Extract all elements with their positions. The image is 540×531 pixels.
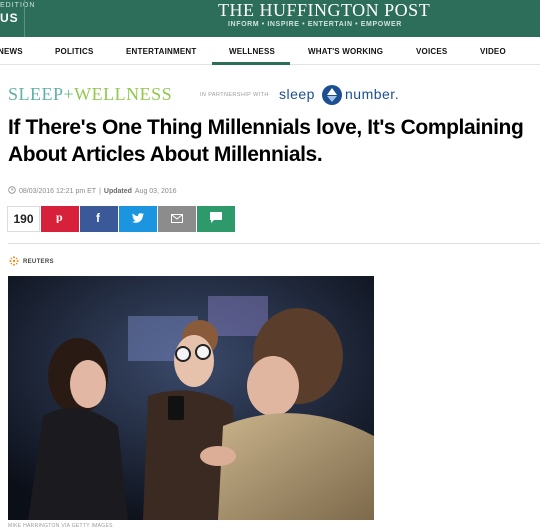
nav-item-video[interactable]: VIDEO bbox=[480, 47, 506, 56]
nav-item-entertainment[interactable]: ENTERTAINMENT bbox=[126, 47, 196, 56]
banner-divider bbox=[24, 0, 25, 37]
article-source[interactable]: REUTERS bbox=[8, 255, 54, 269]
svg-text:p: p bbox=[56, 211, 63, 223]
partnership-label: IN PARTNERSHIP WITH bbox=[200, 92, 269, 98]
section-title[interactable]: SLEEP+WELLNESS bbox=[8, 84, 172, 105]
facebook-share-button[interactable]: f bbox=[80, 206, 118, 232]
article-dateline: 08/03/2016 12:21 pm ET | Updated Aug 03,… bbox=[8, 186, 177, 196]
section-title-wellness: WELLNESS bbox=[74, 84, 173, 104]
article-headline: If There's One Thing Millennials love, I… bbox=[8, 116, 524, 166]
nav-item-whats-working[interactable]: WHAT'S WORKING bbox=[308, 47, 383, 56]
email-share-button[interactable] bbox=[158, 206, 196, 232]
edition-label: EDITION bbox=[0, 2, 36, 9]
share-count: 190 bbox=[7, 206, 40, 232]
partner-logo-sleep[interactable]: sleep bbox=[279, 86, 315, 102]
top-banner: EDITION US THE HUFFINGTON POST INFORM • … bbox=[0, 0, 540, 37]
nav-item-voices[interactable]: VOICES bbox=[416, 47, 447, 56]
facebook-icon: f bbox=[95, 210, 103, 228]
mail-icon bbox=[171, 210, 183, 228]
partner-logo-icon bbox=[322, 85, 342, 105]
comment-icon bbox=[210, 210, 222, 228]
section-nav: NEWS POLITICS ENTERTAINMENT WELLNESS WHA… bbox=[0, 37, 540, 65]
photo-credit: MIKE HARRINGTON VIA GETTY IMAGES bbox=[8, 523, 113, 529]
site-logo[interactable]: THE HUFFINGTON POST bbox=[218, 0, 430, 21]
section-title-plus: + bbox=[63, 84, 75, 104]
published-date: 08/03/2016 12:21 pm ET bbox=[19, 187, 97, 195]
clock-icon bbox=[8, 186, 16, 196]
share-bar: 190 p f bbox=[7, 206, 235, 232]
reuters-logo-icon bbox=[8, 255, 20, 269]
nav-item-news[interactable]: NEWS bbox=[0, 47, 23, 56]
twitter-share-button[interactable] bbox=[119, 206, 157, 232]
updated-label: Updated bbox=[103, 187, 132, 195]
twitter-icon bbox=[132, 210, 144, 228]
source-name: REUTERS bbox=[23, 259, 54, 265]
updated-date: Aug 03, 2016 bbox=[134, 187, 177, 195]
nav-item-wellness[interactable]: WELLNESS bbox=[229, 47, 275, 56]
article-photo[interactable] bbox=[8, 276, 374, 520]
section-title-sleep: SLEEP bbox=[8, 84, 64, 104]
dateline-separator: | bbox=[99, 187, 101, 195]
svg-text:f: f bbox=[96, 211, 101, 223]
active-nav-indicator bbox=[212, 62, 290, 65]
pinterest-icon: p bbox=[55, 210, 65, 228]
edition-selector[interactable]: US bbox=[0, 11, 19, 25]
site-tagline: INFORM • INSPIRE • ENTERTAIN • EMPOWER bbox=[228, 21, 402, 28]
partner-logo-number[interactable]: number. bbox=[345, 86, 399, 102]
comments-button[interactable] bbox=[197, 206, 235, 232]
nav-item-politics[interactable]: POLITICS bbox=[55, 47, 94, 56]
content-divider bbox=[8, 243, 540, 244]
pinterest-share-button[interactable]: p bbox=[41, 206, 79, 232]
